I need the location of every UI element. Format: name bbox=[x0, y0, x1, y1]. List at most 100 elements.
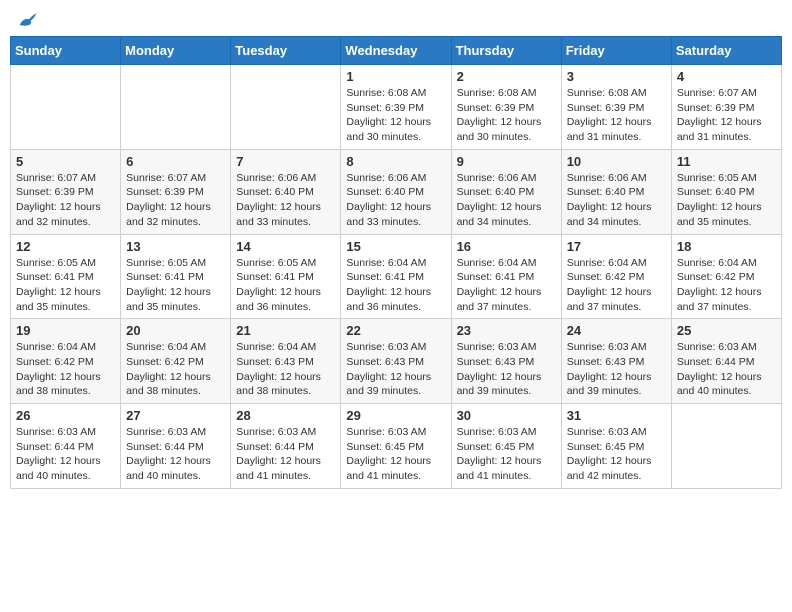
cell-content: Sunrise: 6:03 AMSunset: 6:45 PMDaylight:… bbox=[346, 425, 445, 484]
header-saturday: Saturday bbox=[671, 37, 781, 65]
day-number: 4 bbox=[677, 69, 776, 84]
cell-content: Sunrise: 6:03 AMSunset: 6:43 PMDaylight:… bbox=[567, 340, 666, 399]
day-number: 22 bbox=[346, 323, 445, 338]
calendar-cell: 26 Sunrise: 6:03 AMSunset: 6:44 PMDayligh… bbox=[11, 404, 121, 489]
calendar-cell: 21 Sunrise: 6:04 AMSunset: 6:43 PMDayligh… bbox=[231, 319, 341, 404]
day-number: 5 bbox=[16, 154, 115, 169]
cell-content: Sunrise: 6:03 AMSunset: 6:44 PMDaylight:… bbox=[236, 425, 335, 484]
calendar-cell: 28 Sunrise: 6:03 AMSunset: 6:44 PMDayligh… bbox=[231, 404, 341, 489]
cell-content: Sunrise: 6:06 AMSunset: 6:40 PMDaylight:… bbox=[346, 171, 445, 230]
cell-content: Sunrise: 6:04 AMSunset: 6:42 PMDaylight:… bbox=[126, 340, 225, 399]
cell-content: Sunrise: 6:07 AMSunset: 6:39 PMDaylight:… bbox=[126, 171, 225, 230]
calendar-cell: 10 Sunrise: 6:06 AMSunset: 6:40 PMDayligh… bbox=[561, 149, 671, 234]
day-number: 11 bbox=[677, 154, 776, 169]
cell-content: Sunrise: 6:06 AMSunset: 6:40 PMDaylight:… bbox=[457, 171, 556, 230]
calendar-cell: 2 Sunrise: 6:08 AMSunset: 6:39 PMDaylight… bbox=[451, 65, 561, 150]
calendar-cell: 18Sunrise: 6:04 AMSunset: 6:42 PMDayligh… bbox=[671, 234, 781, 319]
cell-content: Sunrise: 6:05 AMSunset: 6:41 PMDaylight:… bbox=[236, 256, 335, 315]
header-thursday: Thursday bbox=[451, 37, 561, 65]
cell-content: Sunrise: 6:08 AMSunset: 6:39 PMDaylight:… bbox=[457, 86, 556, 145]
calendar-cell: 29 Sunrise: 6:03 AMSunset: 6:45 PMDayligh… bbox=[341, 404, 451, 489]
calendar-cell bbox=[231, 65, 341, 150]
cell-content: Sunrise: 6:04 AMSunset: 6:42 PMDaylight:… bbox=[567, 256, 666, 315]
calendar-cell: 16 Sunrise: 6:04 AMSunset: 6:41 PMDayligh… bbox=[451, 234, 561, 319]
header-tuesday: Tuesday bbox=[231, 37, 341, 65]
calendar-week-row: 26 Sunrise: 6:03 AMSunset: 6:44 PMDayligh… bbox=[11, 404, 782, 489]
day-number: 26 bbox=[16, 408, 115, 423]
calendar-cell: 25Sunrise: 6:03 AMSunset: 6:44 PMDayligh… bbox=[671, 319, 781, 404]
calendar-header-row: SundayMondayTuesdayWednesdayThursdayFrid… bbox=[11, 37, 782, 65]
cell-content: Sunrise: 6:05 AMSunset: 6:40 PMDaylight:… bbox=[677, 171, 776, 230]
day-number: 18 bbox=[677, 239, 776, 254]
day-number: 7 bbox=[236, 154, 335, 169]
cell-content: Sunrise: 6:03 AMSunset: 6:45 PMDaylight:… bbox=[567, 425, 666, 484]
day-number: 21 bbox=[236, 323, 335, 338]
day-number: 1 bbox=[346, 69, 445, 84]
calendar-week-row: 1 Sunrise: 6:08 AMSunset: 6:39 PMDaylight… bbox=[11, 65, 782, 150]
calendar-cell: 5 Sunrise: 6:07 AMSunset: 6:39 PMDaylight… bbox=[11, 149, 121, 234]
calendar-cell: 20 Sunrise: 6:04 AMSunset: 6:42 PMDayligh… bbox=[121, 319, 231, 404]
calendar-cell: 27Sunrise: 6:03 AMSunset: 6:44 PMDayligh… bbox=[121, 404, 231, 489]
day-number: 12 bbox=[16, 239, 115, 254]
day-number: 8 bbox=[346, 154, 445, 169]
calendar-cell bbox=[121, 65, 231, 150]
calendar-cell: 6 Sunrise: 6:07 AMSunset: 6:39 PMDaylight… bbox=[121, 149, 231, 234]
day-number: 24 bbox=[567, 323, 666, 338]
cell-content: Sunrise: 6:03 AMSunset: 6:43 PMDaylight:… bbox=[457, 340, 556, 399]
logo-bird-icon bbox=[16, 10, 38, 32]
cell-content: Sunrise: 6:04 AMSunset: 6:41 PMDaylight:… bbox=[346, 256, 445, 315]
calendar-cell: 7Sunrise: 6:06 AMSunset: 6:40 PMDaylight… bbox=[231, 149, 341, 234]
header-monday: Monday bbox=[121, 37, 231, 65]
day-number: 16 bbox=[457, 239, 556, 254]
header-wednesday: Wednesday bbox=[341, 37, 451, 65]
calendar-cell: 19 Sunrise: 6:04 AMSunset: 6:42 PMDayligh… bbox=[11, 319, 121, 404]
calendar-cell: 17Sunrise: 6:04 AMSunset: 6:42 PMDayligh… bbox=[561, 234, 671, 319]
cell-content: Sunrise: 6:07 AMSunset: 6:39 PMDaylight:… bbox=[16, 171, 115, 230]
header-friday: Friday bbox=[561, 37, 671, 65]
day-number: 6 bbox=[126, 154, 225, 169]
calendar-cell: 12Sunrise: 6:05 AMSunset: 6:41 PMDayligh… bbox=[11, 234, 121, 319]
day-number: 25 bbox=[677, 323, 776, 338]
day-number: 20 bbox=[126, 323, 225, 338]
cell-content: Sunrise: 6:08 AMSunset: 6:39 PMDaylight:… bbox=[567, 86, 666, 145]
day-number: 15 bbox=[346, 239, 445, 254]
cell-content: Sunrise: 6:08 AMSunset: 6:39 PMDaylight:… bbox=[346, 86, 445, 145]
calendar-week-row: 12 Sunrise: 6:05 AMSunset: 6:41 PMDayligh… bbox=[11, 234, 782, 319]
cell-content: Sunrise: 6:03 AMSunset: 6:45 PMDaylight:… bbox=[457, 425, 556, 484]
day-number: 3 bbox=[567, 69, 666, 84]
calendar-cell: 30Sunrise: 6:03 AMSunset: 6:45 PMDayligh… bbox=[451, 404, 561, 489]
calendar-cell bbox=[11, 65, 121, 150]
cell-content: Sunrise: 6:06 AMSunset: 6:40 PMDaylight:… bbox=[567, 171, 666, 230]
cell-content: Sunrise: 6:04 AMSunset: 6:43 PMDaylight:… bbox=[236, 340, 335, 399]
logo bbox=[14, 10, 38, 28]
calendar-cell: 1 Sunrise: 6:08 AMSunset: 6:39 PMDaylight… bbox=[341, 65, 451, 150]
day-number: 10 bbox=[567, 154, 666, 169]
cell-content: Sunrise: 6:04 AMSunset: 6:42 PMDaylight:… bbox=[16, 340, 115, 399]
calendar-cell: 13Sunrise: 6:05 AMSunset: 6:41 PMDayligh… bbox=[121, 234, 231, 319]
day-number: 13 bbox=[126, 239, 225, 254]
day-number: 28 bbox=[236, 408, 335, 423]
calendar-week-row: 19 Sunrise: 6:04 AMSunset: 6:42 PMDayligh… bbox=[11, 319, 782, 404]
header-sunday: Sunday bbox=[11, 37, 121, 65]
cell-content: Sunrise: 6:04 AMSunset: 6:41 PMDaylight:… bbox=[457, 256, 556, 315]
calendar-table: SundayMondayTuesdayWednesdayThursdayFrid… bbox=[10, 36, 782, 489]
day-number: 23 bbox=[457, 323, 556, 338]
cell-content: Sunrise: 6:03 AMSunset: 6:44 PMDaylight:… bbox=[126, 425, 225, 484]
calendar-cell: 4 Sunrise: 6:07 AMSunset: 6:39 PMDaylight… bbox=[671, 65, 781, 150]
cell-content: Sunrise: 6:07 AMSunset: 6:39 PMDaylight:… bbox=[677, 86, 776, 145]
day-number: 19 bbox=[16, 323, 115, 338]
calendar-cell: 11 Sunrise: 6:05 AMSunset: 6:40 PMDayligh… bbox=[671, 149, 781, 234]
calendar-cell: 9 Sunrise: 6:06 AMSunset: 6:40 PMDaylight… bbox=[451, 149, 561, 234]
cell-content: Sunrise: 6:03 AMSunset: 6:44 PMDaylight:… bbox=[16, 425, 115, 484]
day-number: 9 bbox=[457, 154, 556, 169]
calendar-cell: 8 Sunrise: 6:06 AMSunset: 6:40 PMDaylight… bbox=[341, 149, 451, 234]
day-number: 2 bbox=[457, 69, 556, 84]
day-number: 29 bbox=[346, 408, 445, 423]
calendar-cell: 14Sunrise: 6:05 AMSunset: 6:41 PMDayligh… bbox=[231, 234, 341, 319]
calendar-cell: 23 Sunrise: 6:03 AMSunset: 6:43 PMDayligh… bbox=[451, 319, 561, 404]
calendar-week-row: 5 Sunrise: 6:07 AMSunset: 6:39 PMDaylight… bbox=[11, 149, 782, 234]
calendar-cell bbox=[671, 404, 781, 489]
calendar-cell: 31 Sunrise: 6:03 AMSunset: 6:45 PMDayligh… bbox=[561, 404, 671, 489]
day-number: 31 bbox=[567, 408, 666, 423]
calendar-cell: 24 Sunrise: 6:03 AMSunset: 6:43 PMDayligh… bbox=[561, 319, 671, 404]
